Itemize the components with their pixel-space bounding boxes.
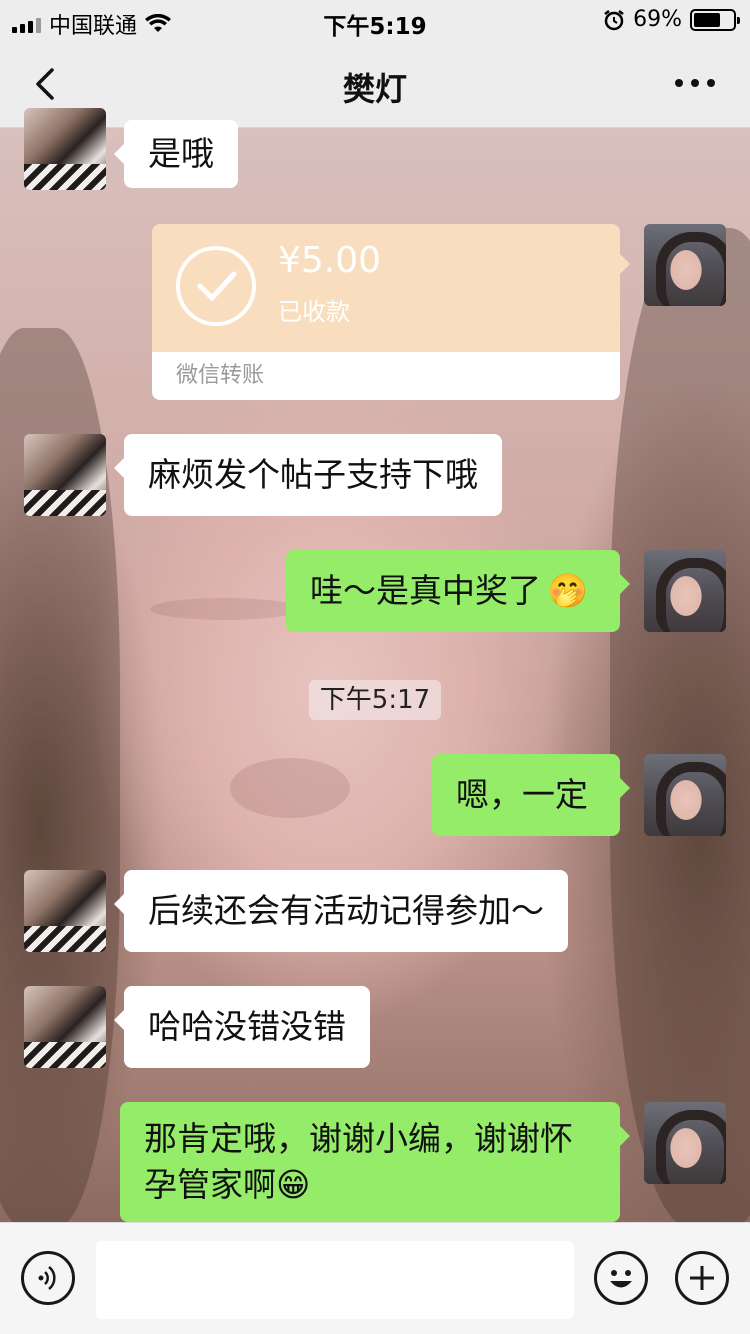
alarm-icon: [604, 9, 624, 30]
message-input[interactable]: [96, 1241, 574, 1319]
message-bubble-sent[interactable]: 哇～是真中奖了 🤭: [286, 550, 630, 632]
plus-icon[interactable]: [675, 1251, 729, 1305]
chat-header: 樊灯: [0, 40, 750, 128]
emoji-hand-over-mouth-icon: 🤭: [547, 571, 589, 610]
contact-avatar[interactable]: [24, 434, 106, 516]
message-text: 麻烦发个帖子支持下哦: [148, 455, 478, 494]
self-avatar[interactable]: [644, 224, 726, 306]
voice-icon[interactable]: [21, 1251, 75, 1305]
message-text: 哇～是真中奖了: [310, 571, 541, 610]
message-text: 是哦: [148, 134, 214, 173]
chat-title: 樊灯: [342, 70, 407, 108]
message-text-line: 那肯定哦，谢谢小编，谢谢怀: [144, 1119, 573, 1158]
contact-avatar[interactable]: [24, 870, 106, 952]
self-avatar[interactable]: [644, 550, 726, 632]
self-avatar[interactable]: [644, 1102, 726, 1184]
message-bubble-sent[interactable]: 嗯，一定: [432, 754, 630, 836]
transfer-card[interactable]: ¥5.00 已收款 微信转账: [152, 224, 630, 400]
message-bubble-received[interactable]: 麻烦发个帖子支持下哦: [114, 434, 502, 516]
message-bubble-received[interactable]: 哈哈没错没错: [114, 986, 370, 1068]
self-avatar[interactable]: [644, 754, 726, 836]
message-text: 嗯，一定: [456, 775, 588, 814]
contact-avatar[interactable]: [24, 986, 106, 1068]
emoji-grin-icon: 😁: [276, 1165, 311, 1204]
contact-avatar[interactable]: [24, 108, 106, 190]
message-bubble-sent[interactable]: 那肯定哦，谢谢小编，谢谢怀 孕管家啊😁: [120, 1102, 630, 1222]
chat-input-bar: [0, 1222, 750, 1334]
message-bubble-received[interactable]: 是哦: [114, 120, 238, 188]
battery-icon: [690, 8, 740, 31]
message-text-line: 孕管家啊: [144, 1165, 276, 1204]
more-dots-icon[interactable]: [670, 70, 720, 96]
message-bubble-received[interactable]: 后续还会有活动记得参加～: [114, 870, 568, 952]
battery-percent: 69%: [633, 7, 682, 32]
chat-timestamp: 下午5:17: [309, 680, 441, 720]
transfer-label: 微信转账: [152, 352, 620, 400]
smiley-icon[interactable]: [594, 1251, 648, 1305]
transfer-amount: ¥5.00: [278, 240, 382, 281]
status-bar: 中国联通 下午5:19 69%: [0, 0, 750, 40]
check-circle-icon: [176, 246, 256, 326]
message-text: 后续还会有活动记得参加～: [148, 891, 544, 930]
message-text: 哈哈没错没错: [148, 1007, 346, 1046]
transfer-status: 已收款: [278, 298, 350, 326]
